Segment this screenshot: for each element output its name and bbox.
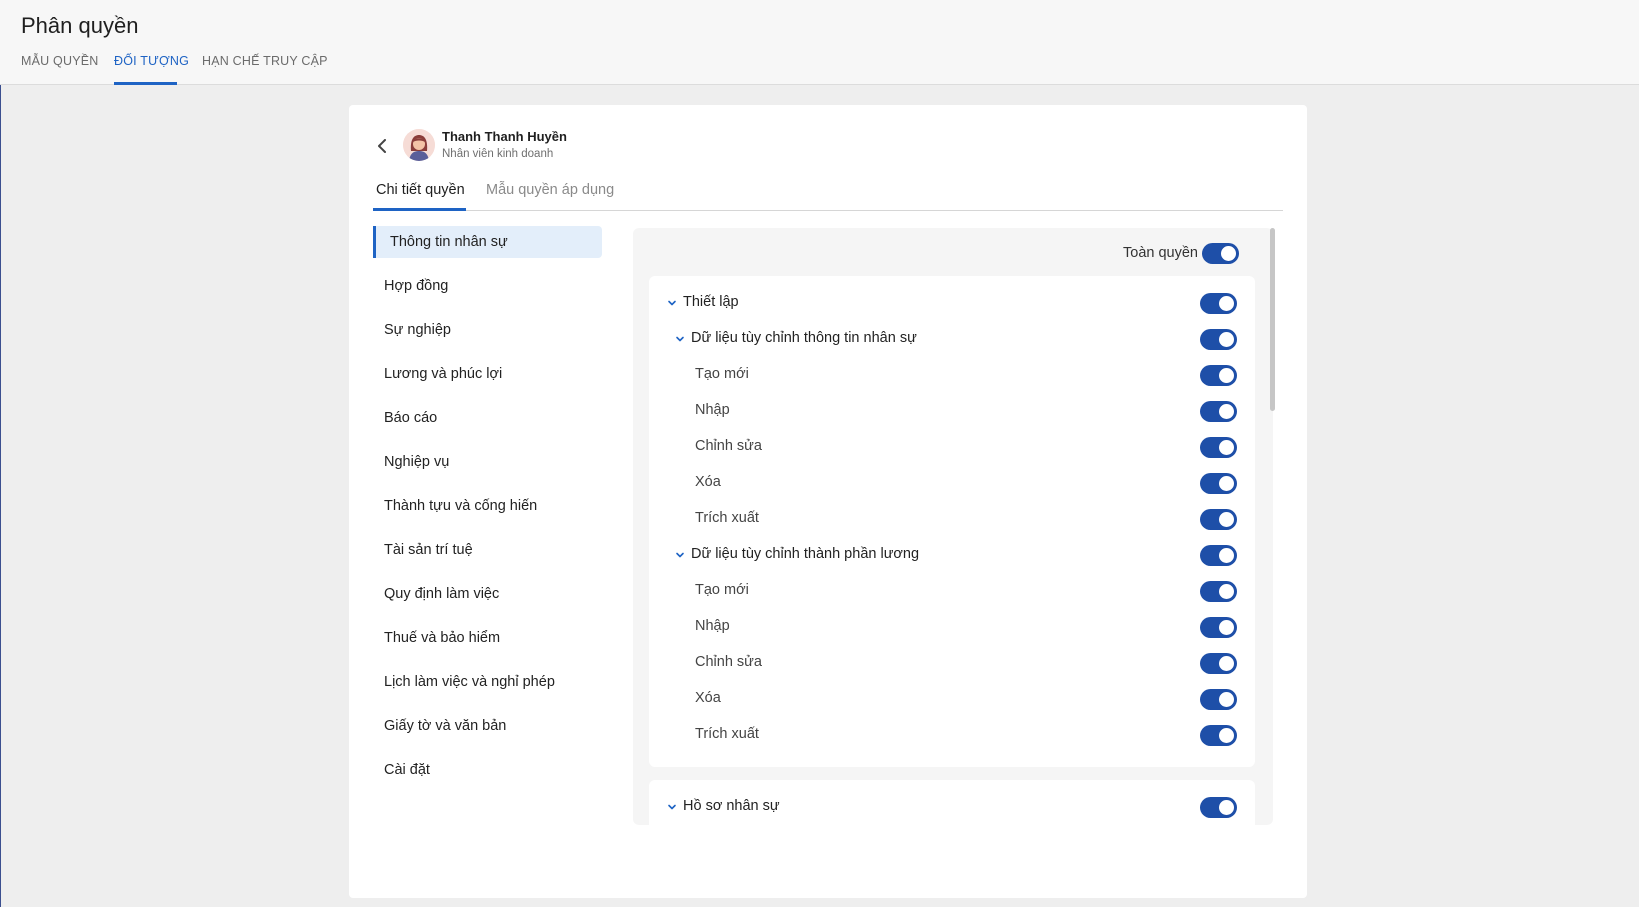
window-left-border: [0, 0, 1, 907]
toggle-chinh-sua[interactable]: [1200, 653, 1237, 674]
permission-label-chinh-sua: Chỉnh sửa: [695, 438, 762, 454]
group-label-thanh-phan-luong: Dữ liệu tùy chỉnh thành phần lương: [691, 546, 920, 562]
scrollbar[interactable]: [1270, 228, 1275, 411]
user-role: Nhân viên kinh doanh: [442, 148, 554, 160]
chevron-left-icon: [378, 139, 386, 153]
tab-mau-quyen[interactable]: MẪU QUYỀN: [21, 54, 99, 68]
toggle-du-lieu-nhan-su[interactable]: [1200, 329, 1237, 350]
category-item-luong-va-phuc-loi[interactable]: Lương và phúc lợi: [373, 358, 602, 390]
tabs-divider: [373, 210, 1283, 211]
chevron-down-icon[interactable]: [667, 802, 677, 812]
toggle-ho-so-nhan-su[interactable]: [1200, 797, 1237, 818]
group-label-du-lieu-nhan-su: Dữ liệu tùy chỉnh thông tin nhân sự: [691, 330, 917, 346]
toggle-xoa[interactable]: [1200, 689, 1237, 710]
permission-label-tao-moi: Tạo mới: [695, 582, 749, 598]
page-title: Phân quyền: [21, 13, 139, 38]
user-name: Thanh Thanh Huyền: [442, 129, 567, 144]
toggle-nhap[interactable]: [1200, 617, 1237, 638]
permission-label-tao-moi: Tạo mới: [695, 366, 749, 382]
toggle-trich-xuat[interactable]: [1200, 509, 1237, 530]
category-item-bao-cao[interactable]: Báo cáo: [373, 402, 602, 434]
category-item-giay-to-va-van-ban[interactable]: Giấy tờ và văn bản: [373, 710, 602, 742]
category-item-tai-san-tri-tue[interactable]: Tài sản trí tuệ: [373, 534, 602, 566]
category-item-lich-lam-viec[interactable]: Lịch làm việc và nghỉ phép: [373, 666, 602, 698]
permission-label-trich-xuat: Trích xuất: [695, 510, 759, 526]
permission-label-xoa: Xóa: [695, 474, 721, 490]
active-subtab-indicator: [373, 208, 466, 211]
tab-doi-tuong[interactable]: ĐỐI TƯỢNG: [114, 54, 189, 68]
avatar: [403, 129, 435, 161]
permission-label-chinh-sua: Chỉnh sửa: [695, 654, 762, 670]
toggle-thiet-lap[interactable]: [1200, 293, 1237, 314]
toggle-xoa[interactable]: [1200, 473, 1237, 494]
category-item-quy-dinh-lam-viec[interactable]: Quy định làm việc: [373, 578, 602, 610]
category-item-thong-tin-nhan-su[interactable]: Thông tin nhân sự: [373, 226, 602, 258]
permission-label-nhap: Nhập: [695, 618, 730, 634]
full-access-label: Toàn quyền: [1123, 245, 1198, 261]
toggle-nhap[interactable]: [1200, 401, 1237, 422]
toggle-tao-moi[interactable]: [1200, 581, 1237, 602]
permission-label-xoa: Xóa: [695, 690, 721, 706]
toggle-chinh-sua[interactable]: [1200, 437, 1237, 458]
toggle-thanh-phan-luong[interactable]: [1200, 545, 1237, 566]
category-item-thue-va-bao-hiem[interactable]: Thuế và bảo hiểm: [373, 622, 602, 654]
chevron-down-icon[interactable]: [667, 298, 677, 308]
permission-label-nhap: Nhập: [695, 402, 730, 418]
tab-han-che-truy-cap[interactable]: HẠN CHẾ TRUY CẬP: [202, 54, 328, 68]
toggle-tao-moi[interactable]: [1200, 365, 1237, 386]
category-item-su-nghiep[interactable]: Sự nghiệp: [373, 314, 602, 346]
full-access-toggle[interactable]: [1202, 243, 1239, 264]
permission-label-trich-xuat: Trích xuất: [695, 726, 759, 742]
chevron-down-icon[interactable]: [675, 334, 685, 344]
page-header: Phân quyền MẪU QUYỀN ĐỐI TƯỢNG HẠN CHẾ T…: [0, 0, 1639, 85]
back-button[interactable]: [373, 135, 391, 157]
section-label-ho-so-nhan-su: Hồ sơ nhân sự: [683, 798, 780, 814]
category-item-thanh-tuu-va-cong-hien[interactable]: Thành tựu và cống hiến: [373, 490, 602, 522]
section-label-thiet-lap: Thiết lập: [683, 294, 739, 310]
active-tab-indicator: [114, 82, 177, 85]
chevron-down-icon[interactable]: [675, 550, 685, 560]
tab-chi-tiet-quyen[interactable]: Chi tiết quyền: [376, 182, 465, 198]
tab-mau-quyen-ap-dung[interactable]: Mẫu quyền áp dụng: [486, 182, 614, 198]
category-item-nghiep-vu[interactable]: Nghiệp vụ: [373, 446, 602, 478]
category-item-cai-dat[interactable]: Cài đặt: [373, 754, 602, 786]
category-item-hop-dong[interactable]: Hợp đồng: [373, 270, 602, 302]
toggle-trich-xuat[interactable]: [1200, 725, 1237, 746]
